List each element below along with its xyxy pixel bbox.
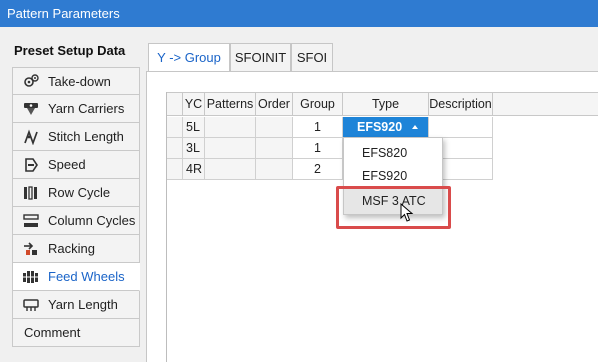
cell-description[interactable] [429, 117, 493, 138]
nav-item-yarn-carriers[interactable]: Yarn Carriers [12, 95, 140, 123]
yarn-length-icon [22, 297, 40, 313]
nav-item-comment[interactable]: Comment [12, 319, 140, 347]
cell-type-dropdown[interactable]: EFS920 [343, 117, 429, 138]
row-cycle-icon [22, 185, 40, 201]
window-title-bar: Pattern Parameters [0, 0, 598, 27]
feed-wheels-icon [22, 269, 40, 285]
row-header[interactable] [167, 159, 183, 180]
yarn-carriers-icon [22, 101, 40, 117]
nav-item-label: Racking [48, 241, 95, 256]
cell-yc: 3L [183, 138, 205, 159]
column-header-group[interactable]: Group [293, 92, 343, 116]
cell-group[interactable]: 1 [293, 138, 343, 159]
nav-item-feed-wheels[interactable]: Feed Wheels [12, 263, 140, 291]
cell-order[interactable] [256, 159, 293, 180]
nav-item-speed[interactable]: Speed [12, 151, 140, 179]
column-header-yc[interactable]: YC [183, 92, 205, 116]
nav-item-yarn-length[interactable]: Yarn Length [12, 291, 140, 319]
racking-icon [22, 241, 40, 257]
cell-patterns[interactable] [205, 117, 256, 138]
nav-item-label: Yarn Length [48, 297, 118, 312]
column-header-patterns[interactable]: Patterns [205, 92, 256, 116]
cell-group[interactable]: 2 [293, 159, 343, 180]
column-header-order[interactable]: Order [256, 92, 293, 116]
stitch-length-icon [22, 129, 40, 145]
nav-item-take-down[interactable]: Take-down [12, 67, 140, 95]
cell-yc: 5L [183, 117, 205, 138]
nav-item-stitch-length[interactable]: Stitch Length [12, 123, 140, 151]
nav-item-label: Yarn Carriers [48, 101, 125, 116]
tab-sfoi[interactable]: SFOI [291, 43, 333, 71]
nav-item-label: Take-down [48, 73, 111, 89]
highlight-box [336, 186, 451, 229]
nav-item-label: Comment [24, 325, 81, 340]
row-header[interactable] [167, 117, 183, 138]
nav-item-row-cycle[interactable]: Row Cycle [12, 179, 140, 207]
nav-item-column-cycles[interactable]: Column Cycles [12, 207, 140, 235]
cell-patterns[interactable] [205, 159, 256, 180]
tab-sfoinit[interactable]: SFOINIT [230, 43, 291, 71]
row-header[interactable] [167, 138, 183, 159]
nav-item-label: Speed [48, 157, 86, 172]
cell-order[interactable] [256, 138, 293, 159]
nav-item-label: Feed Wheels [48, 269, 125, 284]
window-title: Pattern Parameters [7, 6, 120, 21]
dropdown-arrow-icon[interactable] [412, 125, 418, 129]
nav-item-label: Row Cycle [48, 185, 111, 200]
column-header-description[interactable]: Description [429, 92, 493, 116]
take-down-icon [22, 73, 40, 89]
dropdown-option-efs820[interactable]: EFS820 [344, 141, 442, 166]
row-header-corner [167, 92, 183, 116]
preset-nav-list: Take-down Yarn Carriers Stitch Length Sp… [12, 67, 140, 347]
cell-yc: 4R [183, 159, 205, 180]
nav-item-label: Stitch Length [48, 129, 124, 144]
nav-item-racking[interactable]: Racking [12, 235, 140, 263]
column-cycles-icon [22, 213, 40, 229]
nav-item-label: Column Cycles [48, 213, 136, 228]
cell-patterns[interactable] [205, 138, 256, 159]
mouse-cursor-icon [400, 203, 414, 222]
cell-group[interactable]: 1 [293, 117, 343, 138]
tab-y-group[interactable]: Y -> Group [148, 43, 230, 72]
column-header-filler [493, 92, 598, 116]
cell-type-value: EFS920 [357, 120, 403, 134]
preset-setup-panel: Preset Setup Data Take-down Yarn Carrier… [0, 27, 146, 362]
panel-heading: Preset Setup Data [14, 43, 126, 58]
column-header-type[interactable]: Type [343, 92, 429, 116]
speed-icon [22, 157, 40, 173]
cell-order[interactable] [256, 117, 293, 138]
